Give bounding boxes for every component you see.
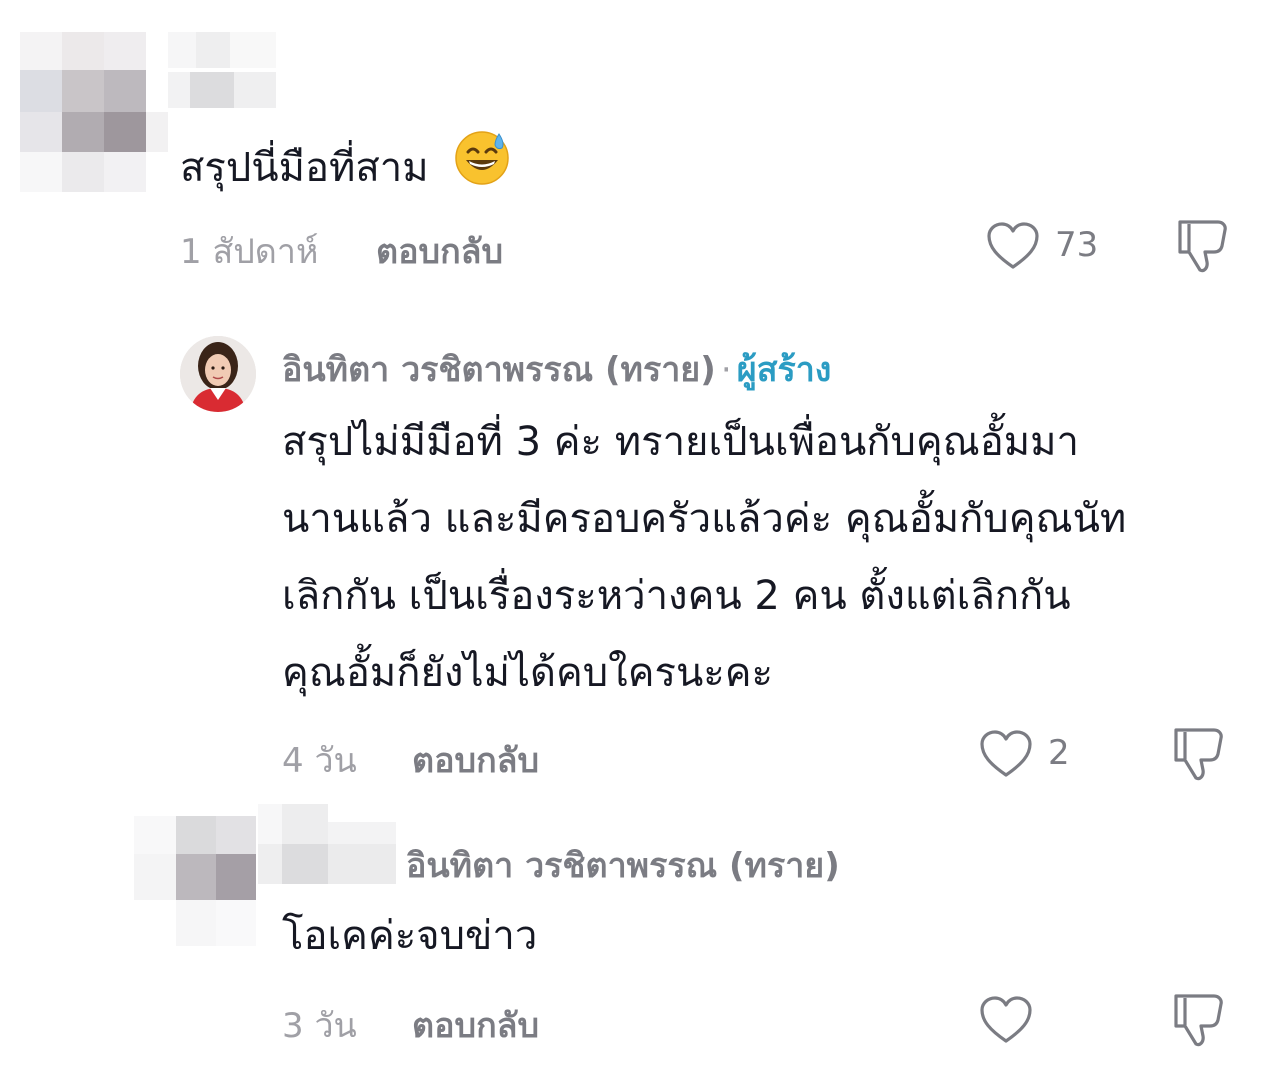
avatar-blurred[interactable] [20,32,168,192]
comment-line: คุณอั้มก็ยังไม่ได้คบใครนะคะ [282,650,774,696]
reply-button[interactable]: ตอบกลับ [412,998,539,1052]
username-blurred[interactable] [168,32,278,110]
thumbs-down-outline-icon [1174,994,1223,1047]
comment-time: 1 สัปดาห์ [180,232,319,272]
thumbs-down-outline-icon [1174,728,1223,781]
comment-line: สรุปไม่มีมือที่ 3 ค่ะ ทรายเป็นเพื่อนกับค… [282,419,1079,465]
comment-time: 4 วัน [282,741,357,781]
comment-time: 3 วัน [282,1006,357,1046]
heart-outline-icon [980,996,1032,1043]
creator-badge: ผู้สร้าง [736,350,832,390]
comment-line: นานแล้ว และมีครอบครัวแล้วค่ะ คุณอั้มกับค… [282,496,1127,542]
like-button[interactable] [978,728,1034,780]
like-button[interactable] [978,994,1034,1046]
reply-button[interactable]: ตอบกลับ [376,224,503,278]
like-count: 73 [1055,225,1099,265]
reply-to-username[interactable]: อินทิตา วรชิตาพรรณ (ทราย) [406,838,840,892]
dislike-button[interactable] [1170,724,1228,784]
dislike-button[interactable] [1174,216,1232,276]
comment-header: อินทิตา วรชิตาพรรณ (ทราย) · ผู้สร้าง [282,342,831,396]
dislike-button[interactable] [1170,990,1228,1050]
avatar-blurred[interactable] [134,816,258,946]
avatar[interactable] [180,336,256,412]
comment-text: สรุปนี่มือที่สาม [180,128,511,212]
comment-text: สรุปไม่มีมือที่ 3 ค่ะ ทรายเป็นเพื่อนกับค… [282,404,1126,712]
username-blurred[interactable] [258,804,396,884]
heart-outline-icon [987,222,1039,269]
heart-outline-icon [980,730,1032,777]
comment-line: เลิกกัน เป็นเรื่องระหว่างคน 2 คน ตั้งแต่… [282,573,1071,619]
username[interactable]: อินทิตา วรชิตาพรรณ (ทราย) [282,350,716,390]
sweat-smile-emoji [453,128,511,212]
thumbs-down-outline-icon [1178,220,1227,273]
comments-panel: สรุปนี่มือที่สาม 1 สัปดาห์ ตอบกลับ 73 อิ… [0,0,1280,1084]
like-count: 2 [1048,733,1070,773]
separator-dot: · [720,350,732,390]
creator-avatar-icon [180,336,256,412]
comment-text: โอเคค่ะจบข่าว [282,913,538,959]
like-button[interactable] [985,220,1041,272]
reply-button[interactable]: ตอบกลับ [412,733,539,787]
